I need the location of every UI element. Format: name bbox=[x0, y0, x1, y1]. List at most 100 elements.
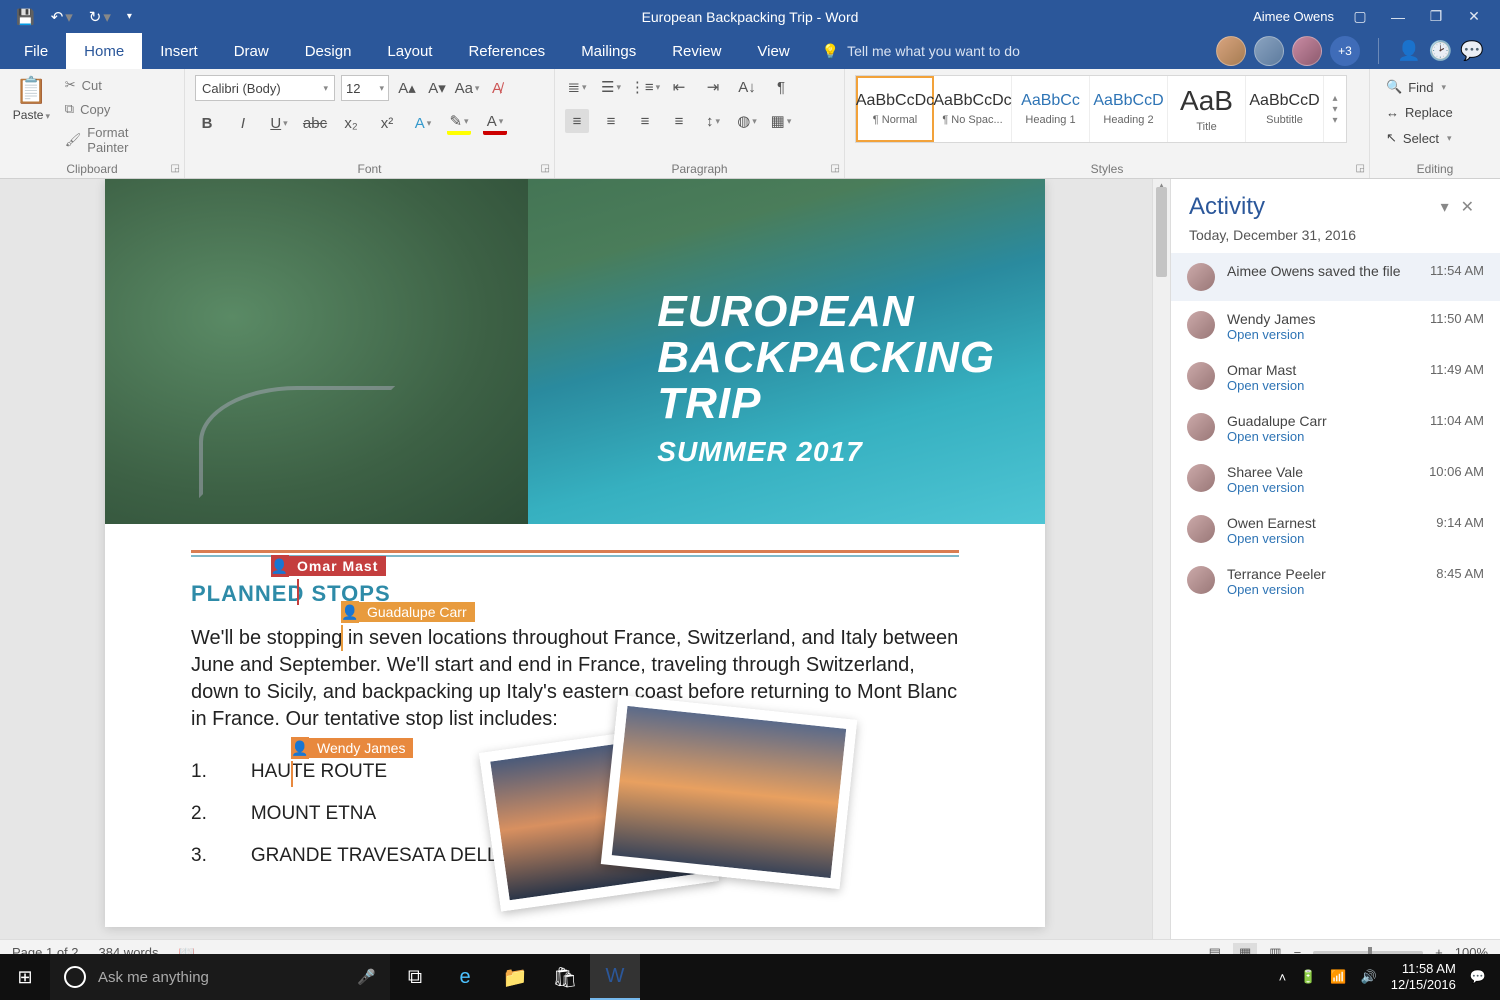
numbering-icon[interactable]: ☰▾ bbox=[599, 75, 623, 99]
volume-icon[interactable]: 🔊 bbox=[1361, 969, 1377, 985]
activity-item[interactable]: Aimee Owens saved the file 11:54 AM bbox=[1171, 253, 1500, 301]
comments-icon[interactable]: 💬 bbox=[1460, 39, 1484, 63]
italic-icon[interactable]: I bbox=[231, 111, 255, 135]
activity-item[interactable]: Sharee ValeOpen version 10:06 AM bbox=[1171, 454, 1500, 505]
tab-review[interactable]: Review bbox=[654, 33, 739, 69]
start-button[interactable]: ⊞ bbox=[0, 967, 50, 988]
open-version-link[interactable]: Open version bbox=[1227, 378, 1418, 393]
tab-design[interactable]: Design bbox=[287, 33, 370, 69]
text-effects-icon[interactable]: A▾ bbox=[411, 111, 435, 135]
superscript-icon[interactable]: x² bbox=[375, 111, 399, 135]
mic-icon[interactable]: 🎤 bbox=[357, 968, 376, 986]
select-button[interactable]: ↖Select▾ bbox=[1380, 126, 1458, 150]
shading-icon[interactable]: ◍▾ bbox=[735, 109, 759, 133]
font-name-dropdown[interactable]: Calibri (Body)▾ bbox=[195, 75, 335, 101]
tell-me[interactable]: 💡 Tell me what you want to do bbox=[808, 33, 1034, 69]
cortana-search[interactable]: Ask me anything 🎤 bbox=[50, 954, 390, 1000]
battery-icon[interactable]: 🔋 bbox=[1300, 969, 1316, 985]
close-icon[interactable]: ✕ bbox=[1462, 8, 1486, 25]
tab-mailings[interactable]: Mailings bbox=[563, 33, 654, 69]
repeat-icon[interactable]: ↻▾ bbox=[89, 8, 111, 26]
font-color-icon[interactable]: A▾ bbox=[483, 111, 507, 135]
activity-item[interactable]: Wendy JamesOpen version 11:50 AM bbox=[1171, 301, 1500, 352]
line-spacing-icon[interactable]: ↕▾ bbox=[701, 109, 725, 133]
font-size-dropdown[interactable]: 12▾ bbox=[341, 75, 389, 101]
collaborator-more-badge[interactable]: +3 bbox=[1330, 36, 1360, 66]
wifi-icon[interactable]: 📶 bbox=[1330, 969, 1346, 985]
qat-more-icon[interactable]: ▾ bbox=[127, 11, 132, 22]
undo-icon[interactable]: ↶▾ bbox=[51, 8, 73, 26]
format-painter-button[interactable]: 🖌Format Painter bbox=[61, 123, 174, 157]
clipboard-launcher-icon[interactable]: ◲ bbox=[171, 163, 180, 174]
notifications-icon[interactable]: 💬 bbox=[1470, 969, 1486, 985]
style-heading2[interactable]: AaBbCcDHeading 2 bbox=[1090, 76, 1168, 142]
word-icon[interactable]: W bbox=[590, 954, 640, 1000]
vertical-scrollbar[interactable]: ▴ ▾ bbox=[1152, 179, 1170, 969]
style-heading1[interactable]: AaBbCcHeading 1 bbox=[1012, 76, 1090, 142]
style-title[interactable]: AaBTitle bbox=[1168, 76, 1246, 142]
cut-button[interactable]: ✂Cut bbox=[61, 75, 174, 95]
copy-button[interactable]: ⧉Copy bbox=[61, 99, 174, 119]
justify-icon[interactable]: ≡ bbox=[667, 109, 691, 133]
tab-references[interactable]: References bbox=[450, 33, 563, 69]
multilevel-icon[interactable]: ⋮≡▾ bbox=[633, 75, 657, 99]
subscript-icon[interactable]: x₂ bbox=[339, 111, 363, 135]
style-nospacing[interactable]: AaBbCcDc¶ No Spac... bbox=[934, 76, 1012, 142]
activity-item[interactable]: Terrance PeelerOpen version 8:45 AM bbox=[1171, 556, 1500, 607]
presence-flag-omar[interactable]: 👤Omar Mast bbox=[271, 555, 386, 577]
open-version-link[interactable]: Open version bbox=[1227, 327, 1418, 342]
collaborator-avatar-1[interactable] bbox=[1216, 36, 1246, 66]
styles-launcher-icon[interactable]: ◲ bbox=[1356, 163, 1365, 174]
save-icon[interactable]: 💾 bbox=[16, 8, 35, 26]
underline-icon[interactable]: U▾ bbox=[267, 111, 291, 135]
clock[interactable]: 11:58 AM 12/15/2016 bbox=[1391, 961, 1456, 992]
shrink-font-icon[interactable]: A▾ bbox=[425, 76, 449, 100]
font-launcher-icon[interactable]: ◲ bbox=[541, 163, 550, 174]
document-area[interactable]: EUROPEANBACKPACKINGTRIP SUMMER 2017 PLAN… bbox=[0, 179, 1170, 969]
paste-button[interactable]: 📋 Paste▾ bbox=[10, 75, 53, 122]
paragraph-launcher-icon[interactable]: ◲ bbox=[831, 163, 840, 174]
share-icon[interactable]: 👤 bbox=[1397, 39, 1421, 63]
activity-dropdown-icon[interactable]: ▾ bbox=[1437, 193, 1453, 221]
task-view-icon[interactable]: ⧉ bbox=[390, 954, 440, 1000]
explorer-icon[interactable]: 📁 bbox=[490, 954, 540, 1000]
tab-layout[interactable]: Layout bbox=[369, 33, 450, 69]
clear-format-icon[interactable]: A̸ bbox=[485, 76, 509, 100]
activity-item[interactable]: Owen EarnestOpen version 9:14 AM bbox=[1171, 505, 1500, 556]
align-right-icon[interactable]: ≡ bbox=[633, 109, 657, 133]
presence-flag-wendy[interactable]: 👤Wendy James bbox=[291, 737, 413, 759]
align-center-icon[interactable]: ≡ bbox=[599, 109, 623, 133]
presence-flag-guadalupe[interactable]: 👤Guadalupe Carr bbox=[341, 601, 475, 623]
maximize-icon[interactable]: ❐ bbox=[1424, 8, 1448, 25]
styles-gallery[interactable]: AaBbCcDc¶ Normal AaBbCcDc¶ No Spac... Aa… bbox=[855, 75, 1347, 143]
activity-close-icon[interactable]: ✕ bbox=[1453, 193, 1482, 221]
open-version-link[interactable]: Open version bbox=[1227, 582, 1424, 597]
sort-icon[interactable]: A↓ bbox=[735, 75, 759, 99]
find-button[interactable]: 🔍Find▾ bbox=[1380, 75, 1452, 99]
bold-icon[interactable]: B bbox=[195, 111, 219, 135]
tab-view[interactable]: View bbox=[739, 33, 807, 69]
history-icon[interactable]: 🕑 bbox=[1429, 39, 1453, 63]
ribbon-display-icon[interactable]: ▢ bbox=[1348, 8, 1372, 25]
open-version-link[interactable]: Open version bbox=[1227, 429, 1418, 444]
user-name[interactable]: Aimee Owens bbox=[1253, 9, 1334, 24]
bullets-icon[interactable]: ≣▾ bbox=[565, 75, 589, 99]
change-case-icon[interactable]: Aa▾ bbox=[455, 76, 479, 100]
store-icon[interactable]: 🛍 bbox=[540, 954, 590, 1000]
show-marks-icon[interactable]: ¶ bbox=[769, 75, 793, 99]
align-left-icon[interactable]: ≡ bbox=[565, 109, 589, 133]
tray-expand-icon[interactable]: ˄ bbox=[1279, 970, 1287, 985]
collaborator-avatar-3[interactable] bbox=[1292, 36, 1322, 66]
strike-icon[interactable]: abc bbox=[303, 111, 327, 135]
tab-home[interactable]: Home bbox=[66, 33, 142, 69]
replace-button[interactable]: ↔Replace bbox=[1380, 101, 1459, 124]
grow-font-icon[interactable]: A▴ bbox=[395, 76, 419, 100]
decrease-indent-icon[interactable]: ⇤ bbox=[667, 75, 691, 99]
open-version-link[interactable]: Open version bbox=[1227, 531, 1424, 546]
scrollbar-thumb[interactable] bbox=[1156, 187, 1167, 277]
increase-indent-icon[interactable]: ⇥ bbox=[701, 75, 725, 99]
tab-draw[interactable]: Draw bbox=[216, 33, 287, 69]
open-version-link[interactable]: Open version bbox=[1227, 480, 1417, 495]
edge-icon[interactable]: e bbox=[440, 954, 490, 1000]
borders-icon[interactable]: ▦▾ bbox=[769, 109, 793, 133]
